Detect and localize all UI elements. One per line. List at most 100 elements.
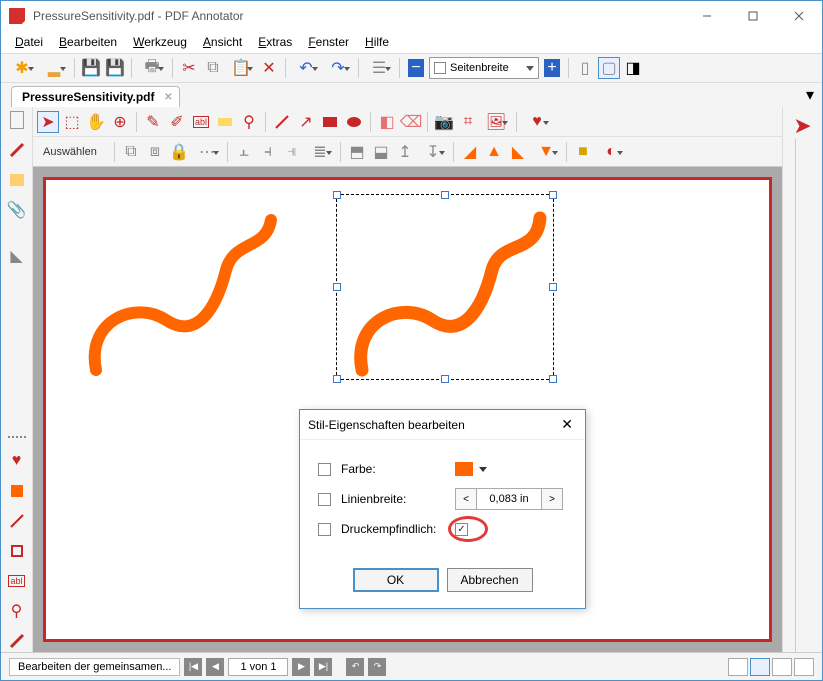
selection-handle[interactable] bbox=[549, 375, 557, 383]
menu-view[interactable]: Ansicht bbox=[197, 33, 248, 51]
crop-tool[interactable]: ⌗ bbox=[457, 111, 479, 133]
view-two-page-icon[interactable] bbox=[772, 658, 792, 676]
linewidth-increase-button[interactable]: > bbox=[541, 488, 563, 510]
group-icon[interactable]: ⧉ bbox=[120, 141, 142, 163]
menu-tool[interactable]: Werkzeug bbox=[127, 33, 193, 51]
ok-button[interactable]: OK bbox=[353, 568, 439, 592]
rotate-right-icon[interactable]: ▼ bbox=[531, 141, 561, 163]
open-button[interactable]: ▂ bbox=[39, 57, 69, 79]
nav-next-icon[interactable]: ▶ bbox=[292, 658, 310, 676]
line-tool[interactable] bbox=[271, 111, 293, 133]
align-left-icon[interactable]: ⫠ bbox=[233, 141, 255, 163]
preset-abl-icon[interactable]: abl bbox=[6, 570, 28, 592]
status-edit-common-button[interactable]: Bearbeiten der gemeinsamen... bbox=[9, 658, 180, 676]
linewidth-input[interactable] bbox=[477, 488, 541, 510]
align-right-icon[interactable]: ⫣ bbox=[281, 141, 303, 163]
copy-button[interactable]: ⧉ bbox=[202, 57, 224, 79]
ellipse-tool[interactable] bbox=[343, 111, 365, 133]
tab-close-icon[interactable]: ✕ bbox=[164, 92, 172, 103]
tab-overflow-button[interactable]: ▾ bbox=[802, 87, 818, 103]
linewidth-decrease-button[interactable]: < bbox=[455, 488, 477, 510]
close-button[interactable] bbox=[776, 1, 822, 31]
zoom-out-button[interactable]: − bbox=[405, 57, 427, 79]
history-forward-icon[interactable]: ↷ bbox=[368, 658, 386, 676]
save-as-button[interactable]: 💾 bbox=[104, 57, 126, 79]
dialog-titlebar[interactable]: Stil-Eigenschaften bearbeiten ✕ bbox=[300, 410, 585, 440]
zoom-combo[interactable]: Seitenbreite bbox=[429, 57, 539, 79]
pressure-apply-checkbox[interactable] bbox=[318, 523, 331, 536]
zoom-in-button[interactable]: + bbox=[541, 57, 563, 79]
flip-h-icon[interactable]: ◢ bbox=[459, 141, 481, 163]
view-continuous-icon[interactable] bbox=[750, 658, 770, 676]
menu-extras[interactable]: Extras bbox=[252, 33, 298, 51]
arrow-tool[interactable]: ↗ bbox=[295, 111, 317, 133]
vertical-scrollbar[interactable] bbox=[795, 139, 811, 652]
history-back-icon[interactable]: ↶ bbox=[346, 658, 364, 676]
lasso-tool[interactable]: ⬚ bbox=[61, 111, 83, 133]
document-tab[interactable]: PressureSensitivity.pdf ✕ bbox=[11, 86, 180, 107]
menu-help[interactable]: Hilfe bbox=[359, 33, 395, 51]
selection-handle[interactable] bbox=[333, 283, 341, 291]
color-dropdown-icon[interactable] bbox=[479, 467, 487, 472]
preset-pen2-icon[interactable] bbox=[6, 630, 28, 652]
new-doc-button[interactable]: ✱ bbox=[7, 57, 37, 79]
ink-stroke-1[interactable] bbox=[76, 200, 286, 380]
nav-first-icon[interactable]: |◀ bbox=[184, 658, 202, 676]
page-number-field[interactable] bbox=[228, 658, 288, 676]
paste-button[interactable]: 📋 bbox=[226, 57, 256, 79]
nav-prev-icon[interactable]: ◀ bbox=[206, 658, 224, 676]
more-select-icon[interactable]: ⋯ bbox=[192, 141, 222, 163]
view-single-icon[interactable] bbox=[728, 658, 748, 676]
pressure-sensitive-checkbox[interactable] bbox=[455, 523, 468, 536]
rotate-left-icon[interactable]: ◣ bbox=[507, 141, 529, 163]
image-insert-tool[interactable]: 🖼 bbox=[481, 111, 511, 133]
selection-handle[interactable] bbox=[549, 283, 557, 291]
color-swatch[interactable] bbox=[455, 462, 473, 476]
stamp-tool[interactable]: ⚲ bbox=[238, 111, 260, 133]
zoom-tool[interactable]: ⊕ bbox=[109, 111, 131, 133]
left-collapse-icon[interactable]: ◣ bbox=[6, 245, 28, 267]
sidebar-toggle-button[interactable]: ☰ bbox=[364, 57, 394, 79]
favorite-heart-icon[interactable]: ♥ bbox=[6, 450, 28, 472]
cut-button[interactable]: ✂ bbox=[178, 57, 200, 79]
undo-button[interactable]: ↶ bbox=[291, 57, 321, 79]
minimize-button[interactable] bbox=[684, 1, 730, 31]
print-button[interactable]: 🖶 bbox=[137, 57, 167, 79]
layout-single-button[interactable]: ▯ bbox=[574, 57, 596, 79]
eraser-stroke-tool[interactable]: ⌫ bbox=[400, 111, 422, 133]
cancel-button[interactable]: Abbrechen bbox=[447, 568, 533, 592]
ungroup-icon[interactable]: ⧈ bbox=[144, 141, 166, 163]
align-more-icon[interactable]: ≣ bbox=[305, 141, 335, 163]
pan-tool[interactable]: ✋ bbox=[85, 111, 107, 133]
preset-hollow-square-icon[interactable] bbox=[6, 540, 28, 562]
color-apply-checkbox[interactable] bbox=[318, 463, 331, 476]
text-box-tool[interactable]: abl bbox=[190, 111, 212, 133]
redo-button[interactable]: ↷ bbox=[323, 57, 353, 79]
maximize-button[interactable] bbox=[730, 1, 776, 31]
selection-handle[interactable] bbox=[441, 191, 449, 199]
order-down-icon[interactable]: ↧ bbox=[418, 141, 448, 163]
selection-handle[interactable] bbox=[549, 191, 557, 199]
menu-file[interactable]: Datei bbox=[9, 33, 49, 51]
flip-v-icon[interactable]: ▲ bbox=[483, 141, 505, 163]
order-up-icon[interactable]: ↥ bbox=[394, 141, 416, 163]
select-tool[interactable]: ➤ bbox=[37, 111, 59, 133]
preset-line-icon[interactable] bbox=[6, 510, 28, 532]
page-thumb-icon[interactable] bbox=[6, 109, 28, 131]
note-tool-icon[interactable] bbox=[6, 169, 28, 191]
preset-stamp-icon[interactable]: ⚲ bbox=[6, 600, 28, 622]
snapshot-tool[interactable]: 📷 bbox=[433, 111, 455, 133]
menu-edit[interactable]: Bearbeiten bbox=[53, 33, 123, 51]
send-back-icon[interactable]: ⬓ bbox=[370, 141, 392, 163]
style-more-icon[interactable]: ◐ bbox=[596, 141, 626, 163]
style-edit-icon[interactable]: ■ bbox=[572, 141, 594, 163]
lock-icon[interactable]: 🔒 bbox=[168, 141, 190, 163]
selection-bounding-box[interactable] bbox=[336, 194, 554, 380]
text-highlight-tool[interactable] bbox=[214, 111, 236, 133]
selection-handle[interactable] bbox=[333, 191, 341, 199]
delete-button[interactable]: ✕ bbox=[258, 57, 280, 79]
dialog-close-icon[interactable]: ✕ bbox=[557, 416, 577, 433]
save-button[interactable]: 💾 bbox=[80, 57, 102, 79]
pen-tool-icon[interactable] bbox=[6, 139, 28, 161]
preset-square-icon[interactable] bbox=[6, 480, 28, 502]
